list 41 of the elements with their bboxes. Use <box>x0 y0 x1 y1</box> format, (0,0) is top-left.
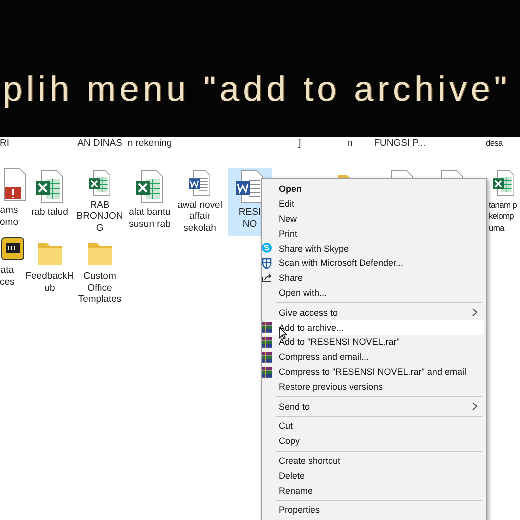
video-caption: plih menu "add to archive" <box>2 70 511 110</box>
file-name: ams omo <box>0 205 18 228</box>
file-name: RESI NO <box>238 207 262 230</box>
menu-item[interactable]: Delete <box>264 468 484 484</box>
archive-icon <box>262 366 272 378</box>
menu-item[interactable]: Properties <box>264 502 484 518</box>
file-name: ata ces <box>0 265 15 288</box>
archive-icon <box>262 352 272 363</box>
shield-icon <box>262 258 272 269</box>
menu-item[interactable]: Add to "RESENSI NOVEL.rar" <box>264 334 484 350</box>
menu-item[interactable]: Copy <box>264 434 484 449</box>
menu-item[interactable]: Open with... <box>264 286 484 300</box>
menu-item[interactable]: Create shortcut <box>264 454 484 468</box>
file-name: tanam p kelomp uma <box>489 200 517 234</box>
menu-item[interactable]: Scan with Microsoft Defender... <box>264 256 484 271</box>
file-name: FeedbackH ub <box>26 271 74 294</box>
file-name: RI <box>0 138 10 150</box>
file-name: Custom Office Templates <box>78 271 122 306</box>
share-icon <box>262 272 273 283</box>
menu-item[interactable]: Share with Skype <box>264 241 484 256</box>
file-name: desa <box>486 138 503 150</box>
file-name: RAB BRONJON G <box>76 200 124 234</box>
menu-item[interactable]: Give access to <box>264 305 484 320</box>
menu-item[interactable]: Cut <box>264 418 484 434</box>
skype-icon <box>262 243 272 254</box>
file-name: FUNGSI P... <box>374 138 426 150</box>
menu-item[interactable]: Rename <box>264 483 484 498</box>
menu-item[interactable]: Compress to "RESENSI NOVEL.rar" and email <box>264 364 484 380</box>
menu-item[interactable]: Restore previous versions <box>264 379 484 394</box>
file-name: AN DINAS <box>78 138 122 150</box>
file-name: awal novel affair sekolah <box>178 200 222 234</box>
menu-item[interactable]: Send to <box>264 399 484 414</box>
file-name: n rekening <box>128 138 172 150</box>
file-name: rab talud <box>32 207 68 218</box>
menu-item[interactable]: Share <box>264 270 484 286</box>
archive-icon <box>262 336 272 348</box>
archive-icon <box>262 322 272 334</box>
file-name: alat bantu susun rab <box>129 207 171 230</box>
file-name: n <box>347 138 353 150</box>
menu-item[interactable]: Compress and email... <box>264 350 484 365</box>
file-name: ] <box>298 138 302 150</box>
